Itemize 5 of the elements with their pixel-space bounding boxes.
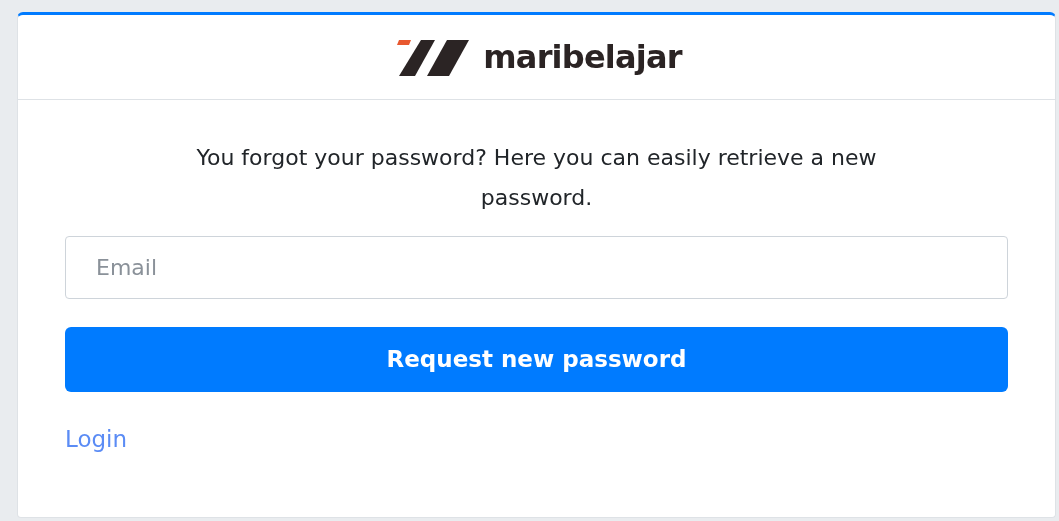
logo-text: maribelajar	[483, 37, 682, 78]
login-link[interactable]: Login	[65, 426, 128, 452]
email-field[interactable]: Email	[65, 236, 1008, 299]
instruction-text: You forgot your password? Here you can easily retrieve a new password.	[195, 144, 878, 212]
request-password-button[interactable]: Request new password	[65, 327, 1008, 392]
